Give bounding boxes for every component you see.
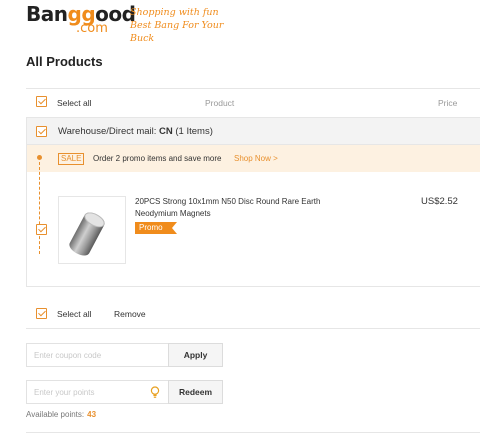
warehouse-code: CN — [159, 126, 173, 137]
bottom-divider — [26, 432, 480, 433]
select-all-label-bottom: Select all — [57, 309, 92, 319]
logo-domain: .com — [76, 21, 108, 36]
product-column-header: Product — [205, 98, 235, 108]
promo-text: Order 2 promo items and save more — [93, 154, 222, 163]
redeem-points-button[interactable]: Redeem — [168, 380, 223, 404]
product-title-link[interactable]: 20PCS Strong 10x1mm N50 Disc Round Rare … — [135, 196, 325, 220]
select-all-checkbox-top[interactable] — [36, 96, 47, 107]
available-points: Available points: 43 — [26, 410, 97, 419]
cart-group: Warehouse/Direct mail: CN (1 Items) SALE… — [26, 117, 480, 287]
logo-tagline: Shopping with fun Best Bang For Your Buc… — [130, 6, 226, 45]
item-checkbox[interactable] — [36, 224, 47, 235]
shop-now-link[interactable]: Shop Now > — [234, 154, 278, 163]
page-title: All Products — [26, 54, 103, 69]
product-image[interactable] — [58, 196, 126, 264]
select-all-checkbox-bottom[interactable] — [36, 308, 47, 319]
lightbulb-icon — [150, 386, 160, 398]
warehouse-checkbox[interactable] — [36, 126, 47, 137]
remove-button[interactable]: Remove — [114, 309, 146, 320]
warehouse-label: Warehouse/Direct mail: CN (1 Items) — [58, 126, 213, 137]
select-all-label-top: Select all — [57, 98, 92, 108]
sale-badge: SALE — [58, 153, 85, 165]
available-points-value: 43 — [87, 410, 97, 419]
banggood-logo[interactable]: Banggood .com Shopping with fun Best Ban… — [26, 2, 226, 45]
item-price: US$2.52 — [421, 196, 458, 207]
header-divider-top — [26, 88, 480, 89]
warehouse-row: Warehouse/Direct mail: CN (1 Items) — [27, 118, 480, 145]
tagline-line-1: Shopping with fun — [130, 7, 219, 18]
points-input[interactable] — [26, 380, 169, 404]
promo-dot — [37, 155, 42, 160]
apply-coupon-button[interactable]: Apply — [168, 343, 223, 367]
footer-divider — [26, 328, 480, 329]
magnet-image — [66, 209, 108, 259]
promo-tag: Promo — [135, 222, 177, 234]
tagline-line-2: Best Bang For Your Buck — [130, 20, 224, 44]
coupon-code-input[interactable] — [26, 343, 169, 367]
promo-row: SALE Order 2 promo items and save more S… — [27, 145, 480, 172]
promo-connector-line — [39, 162, 40, 254]
price-column-header: Price — [438, 98, 458, 108]
